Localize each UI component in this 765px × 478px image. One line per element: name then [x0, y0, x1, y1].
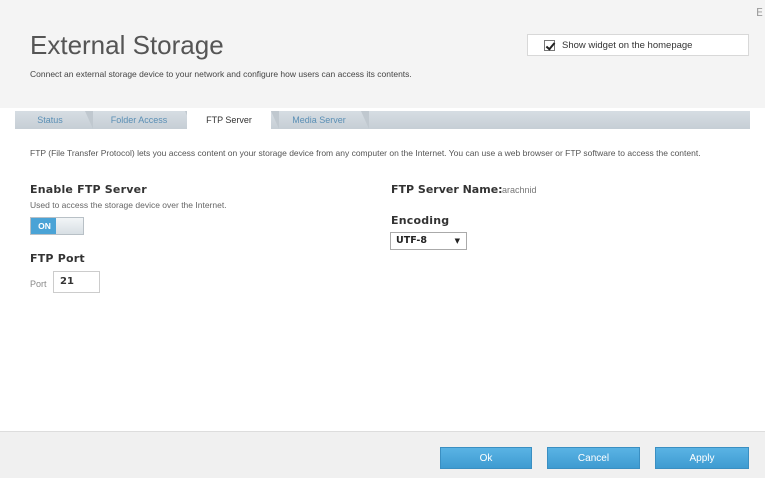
enable-ftp-subtitle: Used to access the storage device over t… [30, 200, 227, 210]
encoding-title: Encoding [391, 214, 450, 227]
dropdown-arrow-icon: ▼ [454, 237, 460, 245]
tab-bar: Status Folder Access FTP Server Media Se… [15, 111, 750, 129]
show-widget-label: Show widget on the homepage [562, 39, 693, 51]
show-widget-checkbox[interactable] [544, 39, 555, 51]
enable-ftp-title: Enable FTP Server [30, 183, 147, 196]
page-subtitle: Connect an external storage device to yo… [30, 69, 412, 79]
show-widget-option[interactable]: Show widget on the homepage [527, 34, 749, 56]
close-icon[interactable]: E [756, 6, 763, 19]
header: E External Storage Connect an external s… [0, 0, 765, 108]
port-input[interactable]: 21 [53, 271, 100, 293]
tab-separator [85, 111, 93, 129]
ftp-description: FTP (File Transfer Protocol) lets you ac… [30, 148, 701, 158]
tab-separator [361, 111, 369, 129]
toggle-knob [56, 218, 83, 234]
enable-ftp-toggle[interactable]: ON [30, 217, 84, 235]
toggle-on-label: ON [31, 218, 58, 234]
ftp-port-title: FTP Port [30, 252, 85, 265]
tab-media-server[interactable]: Media Server [277, 111, 361, 129]
footer: Ok Cancel Apply [0, 431, 765, 478]
ftp-server-name-label: FTP Server Name: [391, 183, 503, 196]
cancel-button[interactable]: Cancel [547, 447, 640, 469]
port-label: Port [30, 279, 47, 289]
page-title: External Storage [30, 30, 224, 60]
tab-ftp-server[interactable]: FTP Server [187, 111, 271, 129]
encoding-selected-value: UTF-8 [396, 235, 427, 246]
ok-button[interactable]: Ok [440, 447, 532, 469]
tab-status[interactable]: Status [15, 111, 85, 129]
apply-button[interactable]: Apply [655, 447, 749, 469]
ftp-server-name-value: arachnid [502, 185, 537, 195]
encoding-select[interactable]: UTF-8 ▼ [390, 232, 467, 250]
tab-folder-access[interactable]: Folder Access [93, 111, 185, 129]
